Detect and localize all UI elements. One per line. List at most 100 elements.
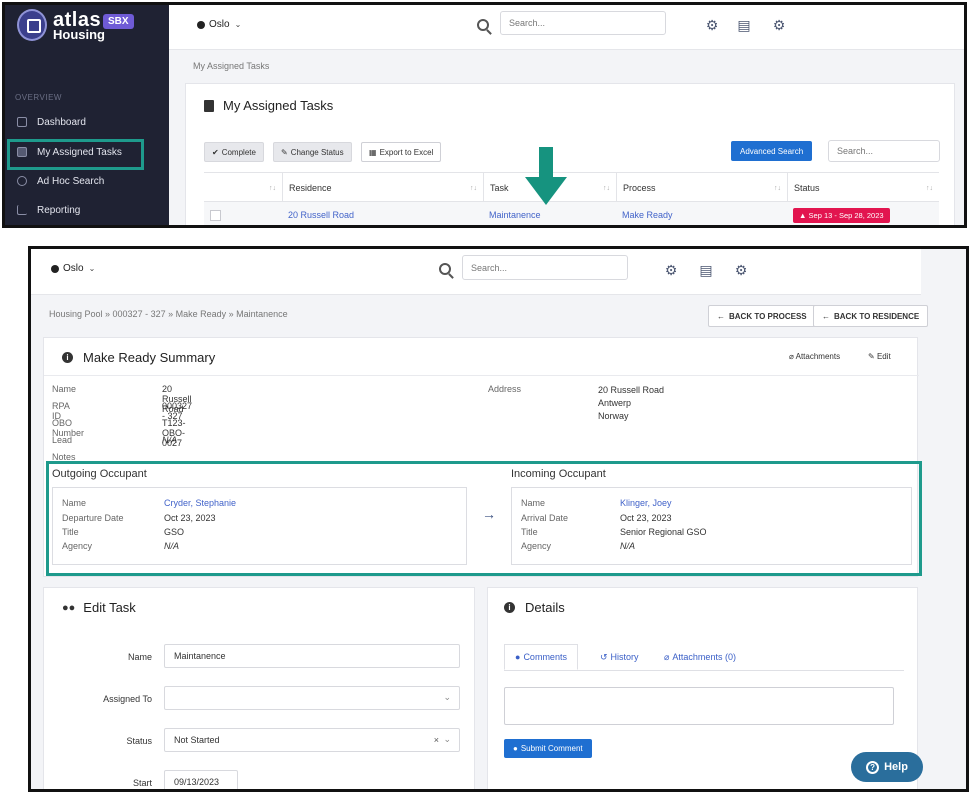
cell-process[interactable]: Make Ready <box>616 202 787 225</box>
address-line: 20 Russell Road <box>598 385 665 395</box>
row-checkbox[interactable] <box>210 209 221 221</box>
field-label: Name <box>52 384 77 394</box>
comment-icon: ● <box>513 744 518 753</box>
page-title: My Assigned Tasks <box>204 98 333 113</box>
tab-comments[interactable]: ● Comments <box>504 644 578 670</box>
incoming-name-link[interactable]: Klinger, Joey <box>620 498 672 508</box>
comments-icon: ●● <box>62 601 76 614</box>
title-label: Title <box>62 527 79 537</box>
outgoing-title: Outgoing Occupant <box>52 468 147 480</box>
sort-icon: ↑↓ <box>470 184 477 192</box>
export-label: Export to Excel <box>379 147 434 157</box>
header-label: Status <box>794 183 820 193</box>
name-label: Name <box>521 498 546 508</box>
edit-link[interactable]: ✎ Edit <box>868 352 891 361</box>
paperclip-icon: ⌀ <box>789 352 796 361</box>
status-select[interactable]: Not Started × ⌄ <box>164 728 460 752</box>
title-value: GSO <box>164 527 185 537</box>
summary-title-text: Make Ready Summary <box>83 350 216 365</box>
cell-status: ▲ Sep 13 - Sep 28, 2023 <box>787 202 939 225</box>
warning-icon: ▲ <box>799 210 809 220</box>
excel-icon: ▦ <box>369 147 377 157</box>
address-label: Address <box>488 384 522 394</box>
outgoing-name-link[interactable]: Cryder, Stephanie <box>164 498 236 508</box>
attachments-link[interactable]: ⌀ Attachments <box>789 352 840 361</box>
name-label: Name <box>62 498 87 508</box>
name-input[interactable]: Maintanence <box>164 644 460 668</box>
help-label: Help <box>884 761 908 773</box>
info-icon: i <box>504 602 515 613</box>
clipboard-icon[interactable]: ▤ <box>699 263 713 277</box>
sidebar-item-dashboard[interactable]: Dashboard <box>13 109 153 135</box>
search-input[interactable]: Search... <box>500 11 666 35</box>
edit-task-title: ●● Edit Task <box>62 600 136 615</box>
location-selector[interactable]: Oslo ⌄ <box>197 19 241 30</box>
start-date-input[interactable]: 09/13/2023 <box>164 770 238 789</box>
search-input[interactable]: Search... <box>462 255 628 280</box>
header-residence[interactable]: Residence ↑↓ <box>282 173 483 203</box>
brand-sub: Housing <box>53 27 105 42</box>
user-settings-icon[interactable]: ⚙ <box>705 18 719 32</box>
atlas-logo-icon <box>17 9 47 41</box>
header-select[interactable]: ↑↓ <box>204 173 282 203</box>
status-text: Sep 13 - Sep 28, 2023 <box>808 210 884 220</box>
date-value: Oct 23, 2023 <box>164 513 216 523</box>
outgoing-card: Name Cryder, Stephanie Departure Date Oc… <box>52 487 467 565</box>
help-button[interactable]: ? Help <box>851 752 923 782</box>
complete-button[interactable]: ✔ Complete <box>204 142 264 162</box>
comment-textarea[interactable] <box>504 687 894 725</box>
edit-task-card: ●● Edit Task Name Maintanence Assigned T… <box>43 587 475 789</box>
submit-comment-button[interactable]: ● Submit Comment <box>504 739 592 758</box>
agency-label: Agency <box>62 541 93 551</box>
edit-label: Edit <box>876 352 891 361</box>
chevron-down-icon: ⌄ <box>443 734 451 744</box>
date-label: Arrival Date <box>521 513 569 523</box>
tab-label: Comments <box>523 652 567 662</box>
sidebar-section-label: OVERVIEW <box>15 93 62 102</box>
header-status[interactable]: Status ↑↓ <box>787 173 939 203</box>
table-search-input[interactable]: Search... <box>828 140 940 162</box>
check-circle-icon: ✔ <box>212 147 219 157</box>
gears-icon[interactable]: ⚙ <box>772 18 786 32</box>
back-to-process-button[interactable]: ← BACK TO PROCESS <box>708 305 816 327</box>
sidebar-item-label: Ad Hoc Search <box>37 175 105 187</box>
sort-icon: ↑↓ <box>926 184 933 192</box>
tab-history[interactable]: ↺ History <box>590 644 649 670</box>
gears-icon[interactable]: ⚙ <box>734 263 748 277</box>
back-process-label: BACK TO PROCESS <box>729 311 807 321</box>
search-icon[interactable] <box>477 19 489 31</box>
table-row: 20 Russell Road Maintanence Make Ready ▲… <box>204 202 939 225</box>
header-process[interactable]: Process ↑↓ <box>616 173 787 203</box>
sidebar-item-ad-hoc-search[interactable]: Ad Hoc Search <box>13 168 153 194</box>
summary-title: i Make Ready Summary <box>62 350 215 365</box>
search-icon[interactable] <box>439 263 451 275</box>
change-status-button[interactable]: ✎ Change Status <box>273 142 352 162</box>
clipboard-icon[interactable]: ▤ <box>737 18 751 32</box>
location-selector[interactable]: Oslo ⌄ <box>51 263 95 274</box>
occupants-highlight: Outgoing Occupant Name Cryder, Stephanie… <box>46 461 922 576</box>
chart-icon <box>17 205 27 215</box>
assigned-select[interactable]: ⌄ <box>164 686 460 710</box>
history-icon: ↺ <box>600 651 608 662</box>
clear-icon[interactable]: × <box>434 735 439 745</box>
tab-label: Attachments (0) <box>672 652 736 662</box>
tasks-card: My Assigned Tasks ✔ Complete ✎ Change Stat… <box>185 83 955 225</box>
sidebar-item-reporting[interactable]: Reporting <box>13 197 153 223</box>
export-button[interactable]: ▦ Export to Excel <box>361 142 442 162</box>
details-title: i Details <box>504 600 565 615</box>
arrow-left-icon: ← <box>717 311 725 321</box>
top-bar: Oslo ⌄ Search... ⚙ ▤ ⚙ <box>169 5 964 50</box>
back-to-residence-button[interactable]: ← BACK TO RESIDENCE <box>813 305 929 327</box>
location-label: Oslo <box>63 263 84 274</box>
page-title-text: My Assigned Tasks <box>223 98 334 113</box>
paperclip-icon: ⌀ <box>664 651 670 662</box>
chevron-down-icon: ⌄ <box>88 264 96 273</box>
details-tabs: ● Comments ↺ History ⌀ Attachments (0) <box>504 644 904 671</box>
tab-attachments[interactable]: ⌀ Attachments (0) <box>654 644 746 670</box>
edit-task-title-text: Edit Task <box>83 600 136 615</box>
advanced-search-button[interactable]: Advanced Search <box>731 141 813 161</box>
cell-residence[interactable]: 20 Russell Road <box>282 202 483 225</box>
user-settings-icon[interactable]: ⚙ <box>664 263 678 277</box>
address-value: 20 Russell Road Antwerp Norway <box>598 384 664 423</box>
incoming-card: Name Klinger, Joey Arrival Date Oct 23, … <box>511 487 912 565</box>
